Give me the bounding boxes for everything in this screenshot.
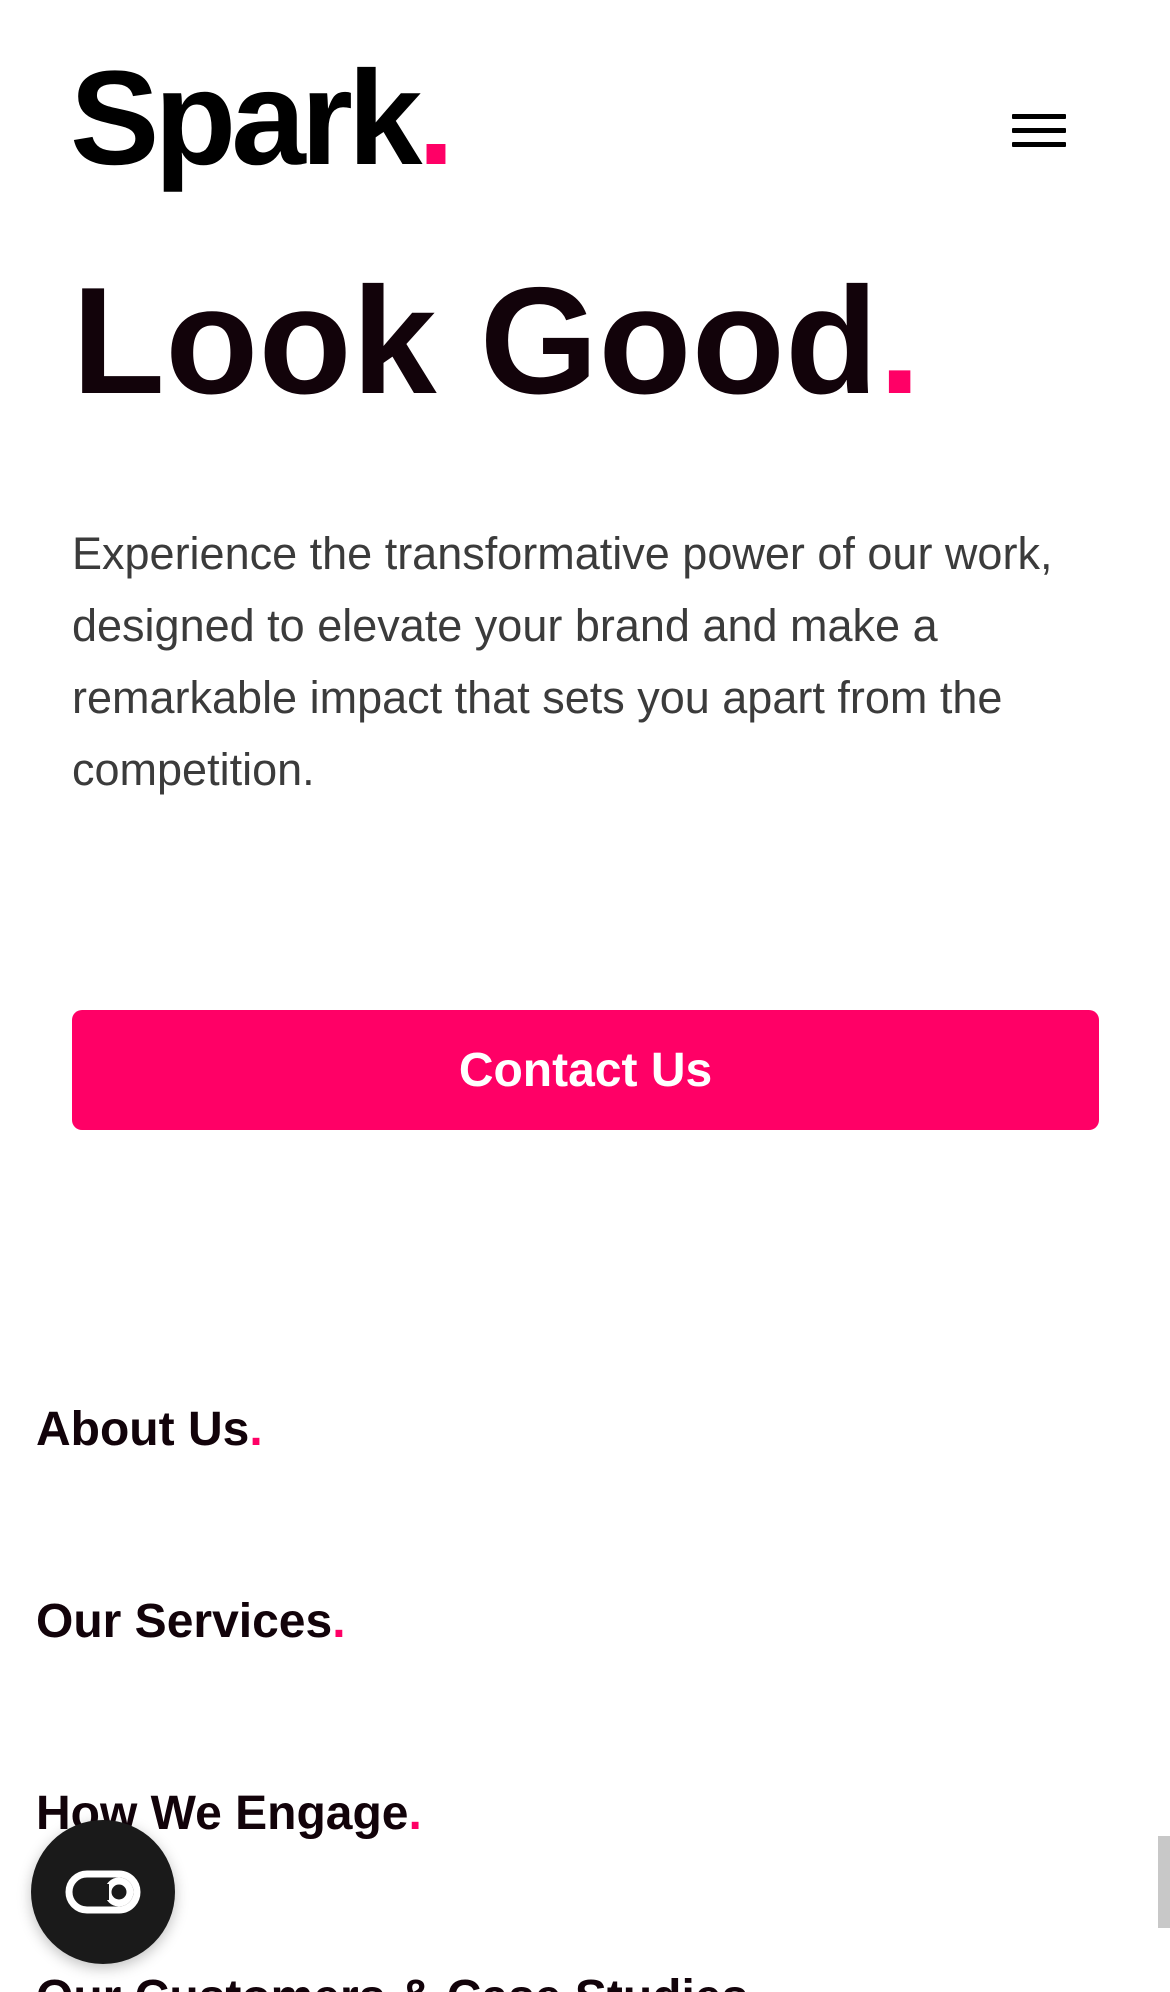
page: Spark. Look Good. Experience the transfo… [0, 0, 1170, 1992]
menu-line [1012, 142, 1066, 147]
hero-description: Experience the transformative power of o… [72, 528, 1053, 795]
accessibility-widget-button[interactable] [31, 1820, 175, 1964]
nav-item-dot: . [748, 1971, 761, 1992]
nav-item-customers-case-studies[interactable]: Our Customers & Case Studies. [36, 1970, 762, 1992]
spark-logo[interactable]: Spark. [70, 52, 455, 186]
logo-text: Spark [70, 44, 422, 193]
nav-item-label: Our Services [36, 1595, 333, 1648]
hero-title: Look Good. [72, 250, 921, 432]
hero-title-dot: . [878, 256, 922, 426]
nav-item-dot: . [408, 1787, 422, 1840]
accessibility-toggle-icon [65, 1870, 141, 1914]
nav-item-label: About Us [36, 1403, 250, 1456]
hero-title-text: Look Good [72, 256, 879, 426]
menu-line [1012, 128, 1066, 133]
menu-line [1012, 114, 1066, 119]
contact-us-button[interactable]: Contact Us [72, 1010, 1099, 1130]
nav-item-our-services[interactable]: Our Services. [36, 1594, 346, 1649]
hamburger-menu-icon[interactable] [1004, 104, 1066, 156]
nav-item-about-us[interactable]: About Us. [36, 1402, 263, 1457]
nav-item-dot: . [332, 1595, 346, 1648]
site-header: Spark. [0, 0, 1170, 230]
nav-item-label: Our Customers & Case Studies [36, 1971, 748, 1992]
nav-item-dot: . [249, 1403, 263, 1456]
scrollbar-thumb[interactable] [1158, 1836, 1170, 1928]
logo-accent-dot: . [417, 44, 454, 193]
